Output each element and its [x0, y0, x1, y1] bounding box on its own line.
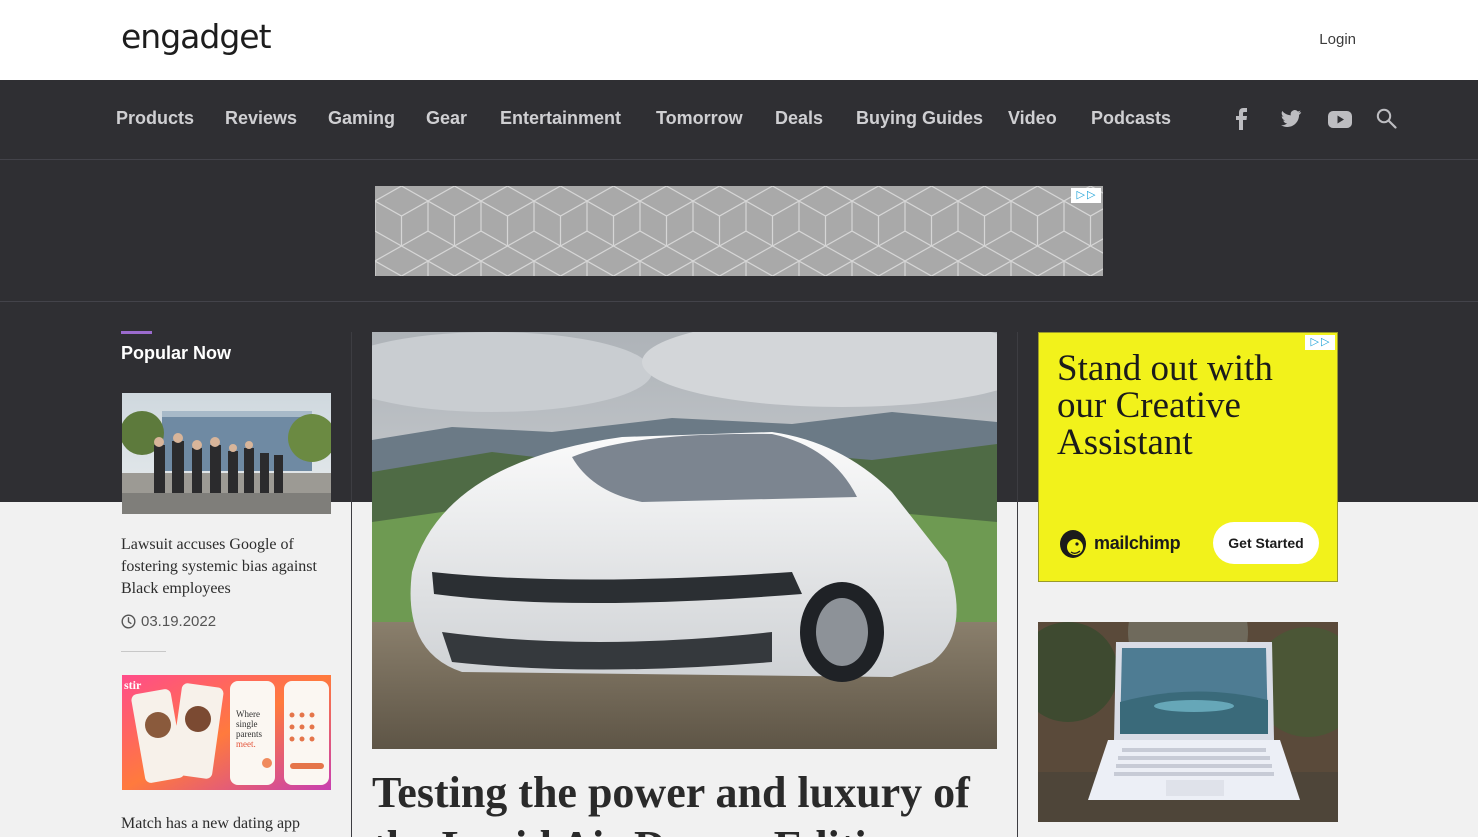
nav-item-products[interactable]: Products [116, 108, 194, 129]
hero-image-lucid-air[interactable] [372, 332, 997, 749]
popular-now-heading: Popular Now [121, 343, 232, 363]
popular-headline-2[interactable]: Match has a new dating app [121, 813, 336, 835]
svg-text:single: single [236, 719, 258, 729]
svg-text:Where: Where [236, 709, 260, 719]
popular-separator [121, 651, 166, 652]
nav-item-gear[interactable]: Gear [426, 108, 467, 129]
youtube-icon[interactable] [1328, 108, 1352, 130]
adchoices-icon[interactable]: ▷ ▷ [1305, 335, 1335, 350]
search-icon[interactable] [1376, 108, 1398, 130]
svg-text:stir: stir [124, 678, 142, 692]
nav-item-buying-guides[interactable]: Buying Guides [856, 108, 983, 129]
popular-image-google[interactable] [122, 393, 331, 514]
svg-text:engadget: engadget [121, 18, 272, 56]
section-divider [0, 301, 1478, 302]
facebook-icon[interactable] [1231, 108, 1253, 130]
twitter-icon[interactable] [1280, 108, 1302, 130]
login-link[interactable]: Login [1319, 31, 1356, 48]
main-nav: Products Reviews Gaming Gear Entertainme… [0, 80, 1478, 160]
nav-item-podcasts[interactable]: Podcasts [1091, 108, 1171, 129]
ad-banner-top[interactable]: ▷ ▷ [375, 186, 1103, 276]
nav-item-tomorrow[interactable]: Tomorrow [656, 108, 743, 129]
popular-date-text: 03.19.2022 [141, 613, 217, 630]
popular-image-dating-app[interactable]: stir Where single parents meet. [122, 675, 331, 790]
mailchimp-logo: mailchimp [1057, 526, 1181, 560]
hero-headline[interactable]: Testing the power and luxury of the Luci… [372, 766, 1012, 837]
clock-icon [121, 614, 136, 629]
laptop-image[interactable] [1038, 622, 1338, 822]
ad-headline: Stand out with our Creative Assistant [1057, 348, 1273, 463]
ad-placeholder-pattern [375, 186, 1103, 276]
popular-headline-1[interactable]: Lawsuit accuses Google of fostering syst… [121, 534, 336, 600]
nav-item-reviews[interactable]: Reviews [225, 108, 297, 129]
adchoices-icon[interactable]: ▷ ▷ [1071, 188, 1101, 203]
popular-date-1: 03.19.2022 [121, 613, 216, 630]
site-header: engadget Login [0, 0, 1478, 80]
mailchimp-freddie-icon [1060, 530, 1086, 558]
ad-mailchimp[interactable]: Stand out with our Creative Assistant ▷ ▷… [1038, 332, 1338, 582]
nav-item-gaming[interactable]: Gaming [328, 108, 395, 129]
svg-text:parents: parents [236, 729, 262, 739]
nav-item-video[interactable]: Video [1008, 108, 1057, 129]
column-divider [351, 332, 352, 837]
nav-item-deals[interactable]: Deals [775, 108, 823, 129]
nav-item-entertainment[interactable]: Entertainment [500, 108, 621, 129]
column-divider [1017, 332, 1018, 837]
mailchimp-brand-text: mailchimp [1094, 532, 1181, 553]
popular-accent-bar [121, 331, 152, 334]
get-started-button[interactable]: Get Started [1213, 522, 1319, 564]
svg-text:meet.: meet. [236, 739, 256, 749]
engadget-logo[interactable]: engadget [121, 18, 277, 62]
